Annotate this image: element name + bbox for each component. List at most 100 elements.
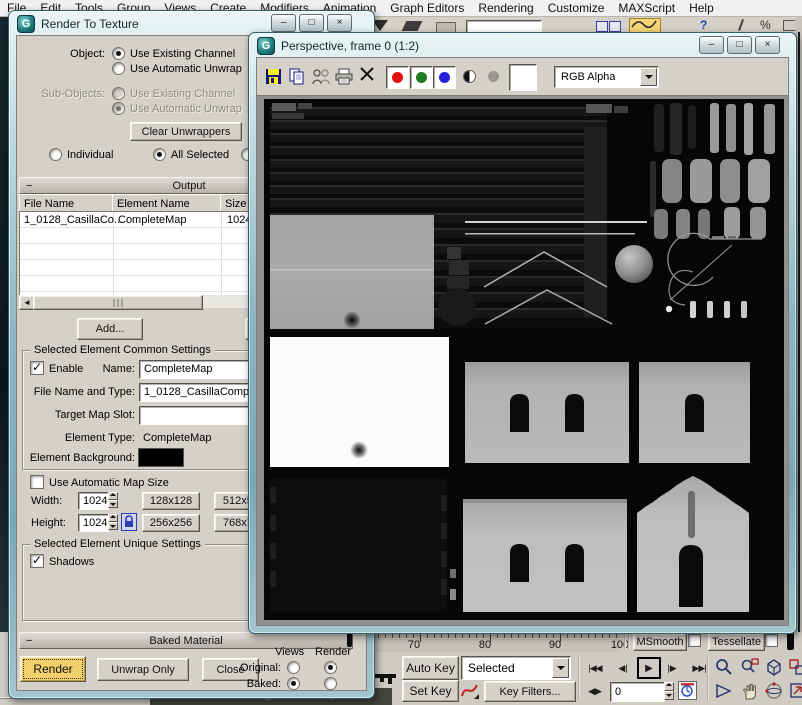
zoom-button[interactable] xyxy=(712,656,735,678)
separator xyxy=(578,656,580,700)
object-existing-radio[interactable] xyxy=(113,48,124,59)
toolbar-slash-icon[interactable] xyxy=(738,19,744,31)
height-field[interactable]: 1024 xyxy=(78,514,109,532)
rtt-titlebar[interactable]: G Render To Texture xyxy=(17,14,139,34)
menu-help[interactable]: Help xyxy=(682,1,721,15)
timeline-ruler[interactable]: 70 80 90 100 xyxy=(348,632,620,652)
toolbar-gray-icon[interactable] xyxy=(436,22,456,32)
default-tangent-icon[interactable] xyxy=(460,681,480,700)
key-mode-toggle-button[interactable]: ◀▶ xyxy=(582,682,608,700)
object-auto-radio[interactable] xyxy=(113,63,124,74)
toolbar-blue-icon-a[interactable] xyxy=(596,21,608,32)
go-to-start-button[interactable]: |◀◀ xyxy=(582,658,608,678)
clone-window-button[interactable] xyxy=(311,68,332,88)
auto-key-button[interactable]: Auto Key xyxy=(402,656,459,680)
copy-image-button[interactable] xyxy=(288,68,306,88)
width-value: 1024 xyxy=(79,493,107,507)
rfw-titlebar[interactable]: G Perspective, frame 0 (1:2) xyxy=(257,36,419,56)
individual-radio[interactable] xyxy=(50,149,61,160)
row-file-name[interactable]: 1_0128_CasillaCo... xyxy=(24,214,123,226)
msmooth-checkbox[interactable] xyxy=(689,635,700,646)
unique-settings-title: Selected Element Unique Settings xyxy=(30,538,205,550)
row-element-name[interactable]: CompleteMap xyxy=(118,214,186,226)
clear-unwrappers-button[interactable]: Clear Unwrappers xyxy=(130,122,242,141)
maximize-button[interactable]: □ xyxy=(727,36,752,54)
alpha-channel-button[interactable] xyxy=(483,66,504,87)
maximize-button[interactable]: □ xyxy=(299,14,324,32)
output-rollup-title: Output xyxy=(172,180,205,192)
current-frame-field[interactable]: 0 xyxy=(610,682,665,702)
size-256-button[interactable]: 256x256 xyxy=(142,514,200,532)
toolbar-active-tool-button[interactable] xyxy=(629,18,661,32)
print-image-button[interactable] xyxy=(335,68,353,88)
minimize-button[interactable]: – xyxy=(699,36,724,54)
unwrap-only-button[interactable]: Unwrap Only xyxy=(97,658,189,681)
enable-checkbox[interactable] xyxy=(31,362,43,374)
set-key-button[interactable]: Set Key xyxy=(402,680,459,702)
msmooth-button[interactable]: MSmooth xyxy=(633,633,687,651)
toolbar-blue-icon-b[interactable] xyxy=(609,21,621,32)
width-field[interactable]: 1024 xyxy=(78,492,109,510)
minimize-button[interactable]: – xyxy=(271,14,296,32)
selection-filter-combo[interactable] xyxy=(466,20,542,32)
height-spinner[interactable] xyxy=(108,514,118,530)
tessellate-checkbox[interactable] xyxy=(766,635,777,646)
close-button[interactable]: × xyxy=(755,36,780,54)
subobjects-existing-radio[interactable] xyxy=(113,88,124,99)
clear-image-button[interactable] xyxy=(359,66,375,85)
element-type-value: CompleteMap xyxy=(143,432,211,444)
zoom-extents-all-button[interactable] xyxy=(786,656,802,678)
width-spinner[interactable] xyxy=(108,492,118,508)
subobjects-auto-radio[interactable] xyxy=(113,103,124,114)
object-label: Object: xyxy=(37,48,105,60)
rfw-title: Perspective, frame 0 (1:2) xyxy=(281,39,419,53)
baked-views-radio[interactable] xyxy=(288,678,299,689)
original-render-radio[interactable] xyxy=(325,662,336,673)
play-button[interactable]: ▶ xyxy=(637,657,661,679)
zoom-extents-button[interactable] xyxy=(762,656,785,678)
pan-hand-button[interactable] xyxy=(738,680,761,702)
scroll-thumb[interactable] xyxy=(33,295,203,310)
add-button[interactable]: Add... xyxy=(77,318,143,340)
tessellate-button[interactable]: Tessellate xyxy=(708,633,765,651)
baked-render-radio[interactable] xyxy=(325,678,336,689)
element-background-swatch[interactable] xyxy=(139,449,183,466)
file-name-type-value: 1_0128_CasillaComple xyxy=(140,384,258,398)
rfw-canvas[interactable] xyxy=(257,96,788,625)
green-channel-button[interactable] xyxy=(410,66,433,89)
original-views-radio[interactable] xyxy=(288,662,299,673)
chevron-down-icon[interactable] xyxy=(552,658,569,678)
size-128-button[interactable]: 128x128 xyxy=(142,492,200,510)
previous-frame-button[interactable]: ◀| xyxy=(613,658,633,678)
toolbar-percent-icon[interactable]: % xyxy=(760,18,771,32)
menu-rendering[interactable]: Rendering xyxy=(471,1,540,15)
lock-aspect-icon[interactable] xyxy=(122,514,136,530)
close-button[interactable]: × xyxy=(327,14,352,32)
background-color-swatch[interactable] xyxy=(509,64,537,91)
next-frame-button[interactable]: |▶ xyxy=(662,658,682,678)
time-configuration-button[interactable] xyxy=(679,682,696,699)
arc-rotate-button[interactable] xyxy=(762,680,785,702)
chevron-down-icon[interactable] xyxy=(640,68,657,86)
field-of-view-button[interactable] xyxy=(712,680,735,702)
frame-spinner[interactable] xyxy=(664,682,674,700)
render-button[interactable]: Render xyxy=(20,656,86,682)
blue-channel-button[interactable] xyxy=(433,66,456,89)
auto-map-size-checkbox[interactable] xyxy=(31,476,43,488)
min-max-toggle-button[interactable] xyxy=(786,680,802,702)
shadows-checkbox[interactable] xyxy=(31,555,43,567)
zoom-all-button[interactable] xyxy=(738,656,761,678)
key-filters-button[interactable]: Key Filters... xyxy=(484,681,576,702)
channel-display-combo[interactable]: RGB Alpha xyxy=(554,66,659,88)
toolbar-help-icon[interactable]: ? xyxy=(700,18,707,32)
menu-graph-editors[interactable]: Graph Editors xyxy=(383,1,471,15)
menu-customize[interactable]: Customize xyxy=(541,1,612,15)
toolbar-shape-icon[interactable] xyxy=(402,21,423,31)
red-channel-button[interactable] xyxy=(386,66,409,89)
key-selection-combo[interactable]: Selected xyxy=(461,656,571,680)
mono-channel-button[interactable] xyxy=(459,66,480,87)
save-image-button[interactable] xyxy=(265,68,282,88)
shadows-label: Shadows xyxy=(49,556,94,568)
all-selected-radio[interactable] xyxy=(154,149,165,160)
menu-maxscript[interactable]: MAXScript xyxy=(611,1,682,15)
